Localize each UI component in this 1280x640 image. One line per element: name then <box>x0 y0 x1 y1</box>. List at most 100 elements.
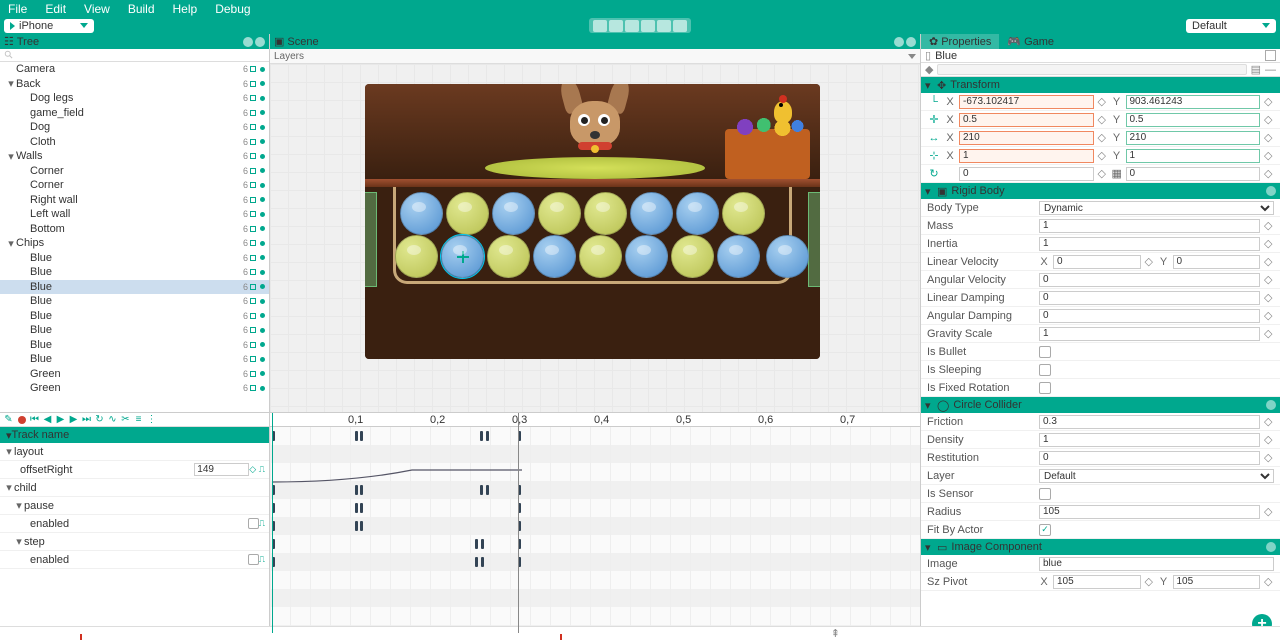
section-transform[interactable]: ▾✥Transform <box>921 77 1280 93</box>
bullet-checkbox[interactable] <box>1039 346 1051 358</box>
tree-item[interactable]: Left wall6 <box>0 207 269 222</box>
tab-game[interactable]: 🎮Game <box>999 34 1062 49</box>
restitution-input[interactable] <box>1039 451 1260 465</box>
timeline[interactable]: 0,10,20,30,40,50,60,7 <box>270 413 920 633</box>
tree-item[interactable]: Dog legs6 <box>0 91 269 106</box>
object-name-input[interactable] <box>935 50 1261 62</box>
track-offsetright[interactable]: offsetRight◇ ⎍ <box>0 461 269 479</box>
gizmo-handle[interactable] <box>808 192 820 287</box>
layout-preset-dropdown[interactable]: Default <box>1186 19 1276 33</box>
selected-ball[interactable] <box>441 235 484 278</box>
tree-item[interactable]: ▾Chips6 <box>0 236 269 251</box>
panel-close-icon[interactable] <box>906 37 916 47</box>
body-type-select[interactable]: Dynamic <box>1039 201 1274 215</box>
tree-item[interactable]: Green6 <box>0 367 269 382</box>
menu-help[interactable]: Help <box>173 2 198 16</box>
fit-checkbox[interactable]: ✓ <box>1039 524 1051 536</box>
prev-frame-icon[interactable]: ◀ <box>42 414 53 425</box>
scale-y-input[interactable] <box>1126 113 1261 127</box>
loop-icon[interactable]: ↻ <box>94 414 105 425</box>
cut-icon[interactable]: ✂ <box>120 414 131 425</box>
tool-icon[interactable] <box>641 20 655 32</box>
layer-select[interactable]: Default <box>1039 469 1274 483</box>
pointer-icon[interactable]: ✎ <box>3 414 14 425</box>
layers-dropdown[interactable]: Layers <box>274 51 304 62</box>
last-frame-icon[interactable]: ⏭ <box>81 414 92 425</box>
tree-item[interactable]: Blue6 <box>0 280 269 295</box>
tree-item[interactable]: ▾Walls6 <box>0 149 269 164</box>
snap-icon[interactable]: ≡ <box>133 414 144 425</box>
minus-icon[interactable]: — <box>1265 64 1276 76</box>
tree-item[interactable]: Blue6 <box>0 323 269 338</box>
panel-min-icon[interactable] <box>243 37 253 47</box>
mass-input[interactable] <box>1039 219 1260 233</box>
tree-item[interactable]: Green6 <box>0 381 269 396</box>
track-layout[interactable]: ▾layout <box>0 443 269 461</box>
tree-item[interactable]: Blue6 <box>0 265 269 280</box>
szpivot-y-input[interactable] <box>1173 575 1261 589</box>
tree-item[interactable]: Corner6 <box>0 178 269 193</box>
sleeping-checkbox[interactable] <box>1039 364 1051 376</box>
remove-icon[interactable] <box>1266 186 1276 196</box>
lock-icon[interactable]: ▯ <box>925 49 931 62</box>
offsetright-input[interactable] <box>194 463 249 476</box>
linvel-x-input[interactable] <box>1053 255 1141 269</box>
curve-icon[interactable]: ∿ <box>107 414 118 425</box>
tool-icon[interactable] <box>657 20 671 32</box>
menu-edit[interactable]: Edit <box>45 2 66 16</box>
lindamp-input[interactable] <box>1039 291 1260 305</box>
pos-x-input[interactable] <box>959 95 1094 109</box>
radius-input[interactable] <box>1039 505 1260 519</box>
tree-item[interactable]: Corner6 <box>0 164 269 179</box>
size-x-input[interactable] <box>959 131 1094 145</box>
friction-input[interactable] <box>1039 415 1260 429</box>
tree-item[interactable]: ▾Back6 <box>0 77 269 92</box>
menu-file[interactable]: File <box>8 2 27 16</box>
density-input[interactable] <box>1039 433 1260 447</box>
next-frame-icon[interactable]: ▶ <box>68 414 79 425</box>
section-circlecollider[interactable]: ▾◯Circle Collider <box>921 397 1280 413</box>
tree-item[interactable]: Dog6 <box>0 120 269 135</box>
track-child[interactable]: ▾child <box>0 479 269 497</box>
timeline-ruler[interactable]: 0,10,20,30,40,50,60,7 <box>270 413 920 427</box>
menu-view[interactable]: View <box>84 2 110 16</box>
pivot-x-input[interactable] <box>959 149 1094 163</box>
step-enabled-checkbox[interactable] <box>248 554 259 565</box>
pos-y-input[interactable] <box>1126 95 1261 109</box>
enabled-toggle[interactable] <box>1265 50 1276 61</box>
first-frame-icon[interactable]: ⏮ <box>29 414 40 425</box>
panel-close-icon[interactable] <box>255 37 265 47</box>
tree-search[interactable] <box>0 49 269 62</box>
scale-x-input[interactable] <box>959 113 1094 127</box>
section-image[interactable]: ▾▭Image Component <box>921 539 1280 555</box>
track-step[interactable]: ▾step <box>0 533 269 551</box>
menu-build[interactable]: Build <box>128 2 155 16</box>
menu-debug[interactable]: Debug <box>215 2 250 16</box>
playhead[interactable] <box>272 413 273 633</box>
panel-min-icon[interactable] <box>894 37 904 47</box>
angvel-input[interactable] <box>1039 273 1260 287</box>
tool-icon[interactable] <box>593 20 607 32</box>
tree-item[interactable]: Blue6 <box>0 251 269 266</box>
image-input[interactable] <box>1039 557 1274 571</box>
tree-item[interactable]: Bottom6 <box>0 222 269 237</box>
pause-enabled-checkbox[interactable] <box>248 518 259 529</box>
tool-icon[interactable] <box>625 20 639 32</box>
tag-slot[interactable] <box>937 64 1246 75</box>
play-icon[interactable]: ▶ <box>55 414 66 425</box>
device-dropdown[interactable]: iPhone <box>4 19 94 33</box>
rot-input[interactable] <box>959 167 1094 181</box>
tree-item[interactable]: Right wall6 <box>0 193 269 208</box>
inertia-input[interactable] <box>1039 237 1260 251</box>
szpivot-x-input[interactable] <box>1053 575 1141 589</box>
tree-item[interactable]: Blue6 <box>0 309 269 324</box>
gizmo-handle[interactable] <box>365 192 377 287</box>
size-y-input[interactable] <box>1126 131 1261 145</box>
track-step-enabled[interactable]: enabled⎍ <box>0 551 269 569</box>
move-gizmo-icon[interactable] <box>457 251 469 263</box>
tool-icon[interactable] <box>673 20 687 32</box>
remove-icon[interactable] <box>1266 400 1276 410</box>
options-icon[interactable]: ⋮ <box>146 414 157 425</box>
angdamp-input[interactable] <box>1039 309 1260 323</box>
linvel-y-input[interactable] <box>1173 255 1261 269</box>
